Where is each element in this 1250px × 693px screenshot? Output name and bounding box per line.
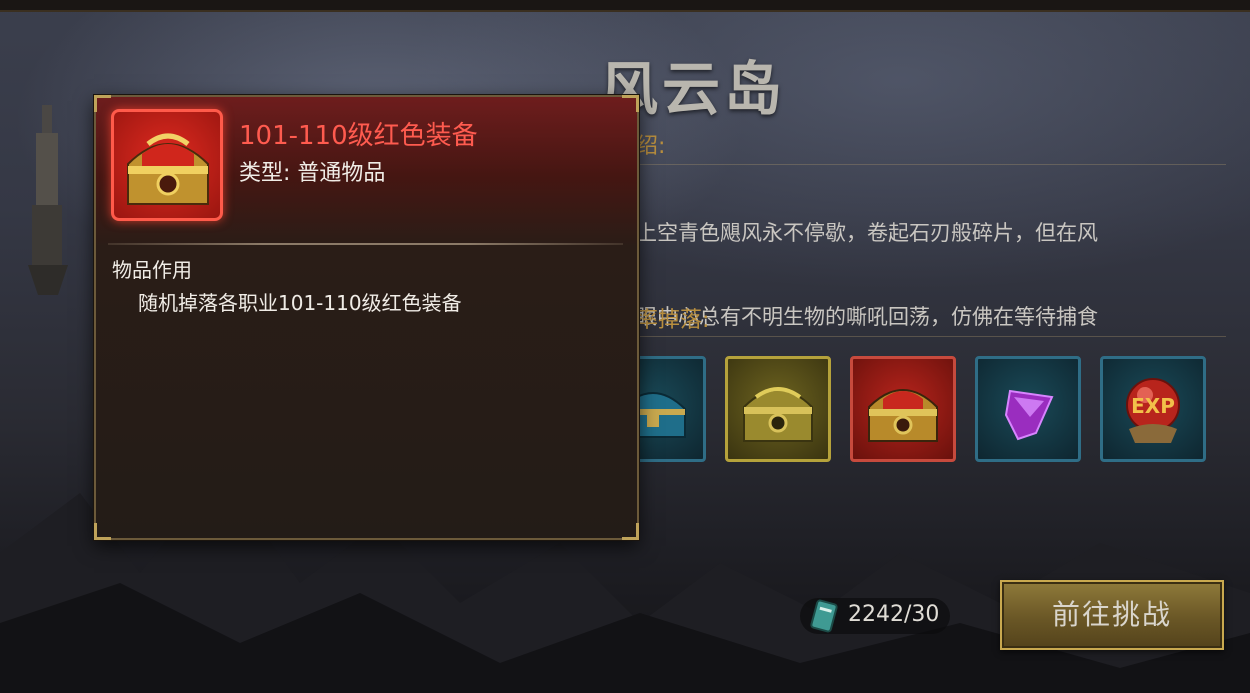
drop-slot[interactable]	[850, 356, 956, 462]
item-type: 类型: 普通物品	[239, 161, 386, 186]
tooltip-corner	[622, 523, 639, 540]
tooltip-corner	[94, 95, 111, 112]
gold-chest-icon	[743, 387, 813, 442]
effect-text: 随机掉落各职业101-110级红色装备	[138, 291, 462, 315]
intro-heading: 绍:	[636, 134, 666, 159]
drops-divider	[636, 336, 1226, 337]
exp-orb-icon: EXP	[1126, 378, 1180, 443]
drop-slot[interactable]: EXP	[1100, 356, 1206, 462]
item-name: 101-110级红色装备	[239, 121, 478, 151]
description-line: 上空青色飓风永不停歇，卷起石刃般碎片，但在风	[636, 221, 1098, 245]
purple-crystal-icon	[1004, 389, 1054, 441]
red-chest-icon	[868, 389, 938, 442]
description-line: 眼中心总有不明生物的嘶吼回荡，仿佛在等待捕食	[636, 305, 1098, 329]
tooltip-divider	[108, 243, 623, 245]
stamina-display: 2242/30	[800, 598, 950, 634]
tooltip-corner	[94, 523, 111, 540]
tooltip-corner	[622, 95, 639, 112]
challenge-button[interactable]: 前往挑战	[1000, 580, 1224, 650]
drop-list: EXP	[600, 352, 1230, 468]
drops-heading: 率掉落:	[636, 308, 710, 333]
stamina-value: 2242/30	[848, 602, 940, 627]
exp-label: EXP	[1131, 394, 1175, 418]
item-tooltip: 101-110级红色装备 类型: 普通物品 物品作用 随机掉落各职业101-11…	[94, 95, 639, 540]
intro-divider	[636, 164, 1226, 165]
drop-slot[interactable]	[725, 356, 831, 462]
drop-slot[interactable]	[975, 356, 1081, 462]
stamina-scroll-icon	[810, 599, 838, 633]
red-treasure-chest-icon	[127, 133, 209, 205]
effect-heading: 物品作用	[112, 258, 192, 282]
item-icon-frame	[111, 109, 223, 221]
